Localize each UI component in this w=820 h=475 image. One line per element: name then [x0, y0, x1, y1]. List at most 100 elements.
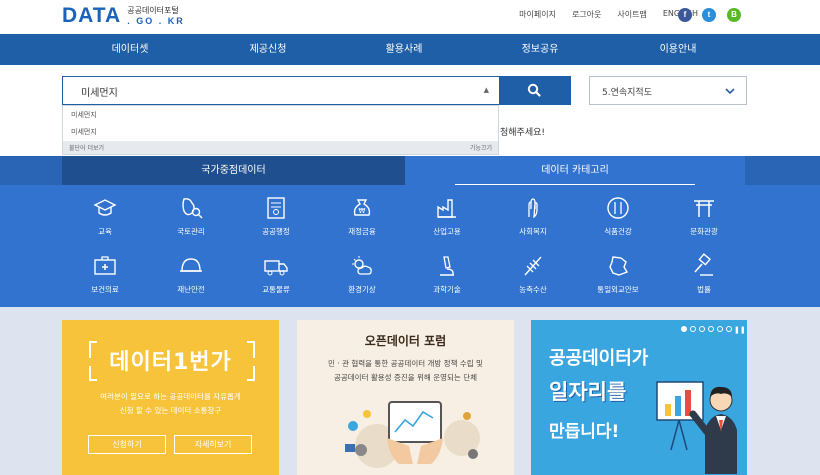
caret-up-icon[interactable]: ▲ — [484, 86, 489, 94]
category-culture[interactable]: 문화관광 — [674, 195, 734, 237]
category-label: 국토관리 — [177, 227, 205, 236]
category-transport[interactable]: 교통물류 — [246, 253, 306, 295]
banner1-desc-1: 여러분이 필요로 하는 공공데이터를 자유롭게 — [100, 392, 241, 401]
category-agriculture[interactable]: 농축수산 — [503, 253, 563, 295]
twitter-icon[interactable]: t — [702, 8, 716, 22]
category-label: 재난안전 — [177, 285, 205, 294]
korea-map-icon — [609, 256, 629, 276]
category-label: 법률 — [697, 285, 711, 294]
weather-icon — [352, 256, 372, 275]
banner2-desc-2: 공공데이터 활용성 증진을 위해 운영되는 단체 — [333, 373, 478, 382]
nav-request[interactable]: 제공신청 — [218, 34, 318, 65]
truck-icon — [264, 260, 288, 276]
nav-guide[interactable]: 이용안내 — [628, 34, 728, 65]
category-finance[interactable]: ₩ 재정금융 — [332, 195, 392, 237]
nav-usecases[interactable]: 활용사례 — [354, 34, 454, 65]
category-label: 환경기상 — [348, 285, 376, 294]
logo-korean: 공공데이터포털 — [127, 6, 179, 15]
carousel-dots — [681, 326, 732, 332]
blog-icon[interactable]: B — [727, 8, 741, 22]
category-label: 보건의료 — [91, 285, 119, 294]
microscope-icon — [440, 256, 454, 276]
logo-domain: . GO . KR — [127, 16, 185, 26]
nav-info-share[interactable]: 정보공유 — [490, 34, 590, 65]
category-label: 교육 — [98, 227, 112, 236]
carousel-dot[interactable] — [726, 326, 732, 332]
site-logo[interactable]: DATA 공공데이터포털 . GO . KR — [62, 4, 185, 27]
carousel-dot[interactable] — [681, 326, 687, 332]
sitemap-link[interactable]: 사이트맵 — [617, 9, 646, 20]
category-environment[interactable]: 환경기상 — [332, 253, 392, 295]
select-value: 5.연속지적도 — [602, 88, 652, 98]
carousel-dot[interactable] — [708, 326, 714, 332]
tab-data-category[interactable]: 데이터 카테고리 — [405, 156, 745, 185]
banner2-title: 오픈데이터 포럼 — [364, 334, 447, 348]
category-unification[interactable]: 통일외교안보 — [588, 253, 648, 295]
autocomplete-off-link[interactable]: 기능끄기 — [470, 143, 492, 152]
map-search-icon — [182, 198, 203, 219]
chevron-down-icon — [725, 88, 735, 95]
more-words-link[interactable]: 불단어 더보기 — [69, 143, 104, 152]
dataset-select[interactable]: 5.연속지적도 — [589, 76, 747, 105]
search-hint: 청해주세요! — [500, 128, 546, 138]
category-welfare[interactable]: 사회복지 — [503, 195, 563, 237]
category-label: 사회복지 — [519, 227, 547, 236]
apply-button[interactable]: 신청하기 — [88, 435, 166, 454]
category-label: 산업고용 — [433, 227, 461, 236]
search-icon — [527, 83, 541, 97]
category-label: 식품건강 — [604, 227, 632, 236]
helmet-icon — [180, 258, 202, 272]
nav-dataset[interactable]: 데이터셋 — [80, 34, 180, 65]
carousel-dot[interactable] — [690, 326, 696, 332]
gavel-icon — [694, 253, 713, 276]
svg-text:₩: ₩ — [359, 207, 366, 215]
gate-icon — [694, 200, 714, 217]
banner-public-data-jobs[interactable]: ❚❚ 공공데이터가 일자리를 만듭니다! — [531, 320, 747, 475]
category-education[interactable]: 교육 — [75, 195, 135, 237]
banner1-title: 데이터1번가 — [109, 350, 232, 375]
details-button[interactable]: 자세히보기 — [174, 435, 252, 454]
category-science[interactable]: 과학기술 — [417, 253, 477, 295]
category-label: 재정금융 — [348, 227, 376, 236]
category-law[interactable]: 법률 — [674, 253, 734, 295]
wheat-icon — [524, 256, 542, 276]
banner1-desc-2: 신청 할 수 있는 데이터 소통창구 — [119, 406, 222, 415]
search-value: 미세먼지 — [81, 88, 118, 99]
carousel-dot[interactable] — [717, 326, 723, 332]
tab-underline — [455, 184, 695, 185]
category-label: 문화관광 — [690, 227, 718, 236]
carousel-dot[interactable] — [699, 326, 705, 332]
autocomplete-footer: 불단어 더보기 기능끄기 — [63, 141, 498, 154]
banner-open-data-forum[interactable]: 오픈데이터 포럼 민 · 관 협력을 통한 공공데이터 개방 정책 수립 및 공… — [297, 320, 514, 475]
autocomplete-dropdown: 미세먼지 미세먼지 불단어 더보기 기능끄기 — [62, 105, 499, 155]
tablet-illustration-icon — [345, 401, 480, 468]
facebook-icon[interactable]: f — [678, 8, 692, 22]
category-public-admin[interactable]: 공공행정 — [246, 195, 306, 237]
money-bag-icon: ₩ — [353, 199, 371, 216]
banner-data-1st-street[interactable]: 데이터1번가 여러분이 필요로 하는 공공데이터를 자유롭게 신청 할 수 있는… — [62, 320, 279, 475]
mypage-link[interactable]: 마이페이지 — [519, 9, 556, 20]
search-button[interactable] — [499, 76, 571, 105]
document-icon — [267, 197, 285, 219]
banner3-line-3: 만듭니다! — [549, 422, 620, 442]
category-label: 농축수산 — [519, 285, 547, 294]
category-health-medical[interactable]: 보건의료 — [75, 253, 135, 295]
utensils-icon — [607, 197, 629, 219]
suggestion-item[interactable]: 미세먼지 — [71, 127, 97, 137]
category-label: 과학기술 — [433, 285, 461, 294]
logout-link[interactable]: 로그아웃 — [572, 9, 601, 20]
pause-icon[interactable]: ❚❚ — [734, 326, 746, 334]
category-food-health[interactable]: 식품건강 — [588, 195, 648, 237]
suggestion-item[interactable]: 미세먼지 — [71, 110, 97, 120]
category-land[interactable]: 국토관리 — [161, 195, 221, 237]
medical-kit-icon — [94, 256, 116, 275]
category-disaster-safety[interactable]: 재난안전 — [161, 253, 221, 295]
banner3-line-2: 일자리를 — [549, 380, 627, 404]
category-industry[interactable]: 산업고용 — [417, 195, 477, 237]
banner3-line-1: 공공데이터가 — [549, 348, 649, 369]
category-label: 공공행정 — [262, 227, 290, 236]
main-nav: 데이터셋 제공신청 활용사례 정보공유 이용안내 — [0, 34, 820, 65]
search-input[interactable]: 미세먼지 ▲ — [62, 76, 500, 105]
presenter-illustration-icon — [656, 381, 737, 474]
tab-national-data[interactable]: 국가중점데이터 — [62, 156, 405, 185]
